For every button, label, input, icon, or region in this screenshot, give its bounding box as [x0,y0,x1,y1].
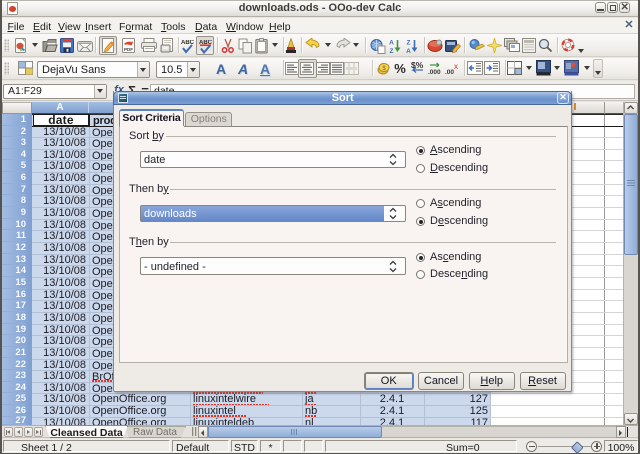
svg-text:.00: .00 [445,69,454,76]
svg-text:A: A [406,48,411,54]
svg-text:x: x [454,62,458,71]
svg-text:Z: Z [390,48,394,54]
svg-text:PDF: PDF [124,47,133,52]
svg-text:A: A [389,39,394,46]
svg-text:$%: $% [411,60,424,70]
svg-text:ABC: ABC [181,40,195,46]
svg-text:Z: Z [407,39,411,46]
svg-text:.000: .000 [428,69,441,76]
